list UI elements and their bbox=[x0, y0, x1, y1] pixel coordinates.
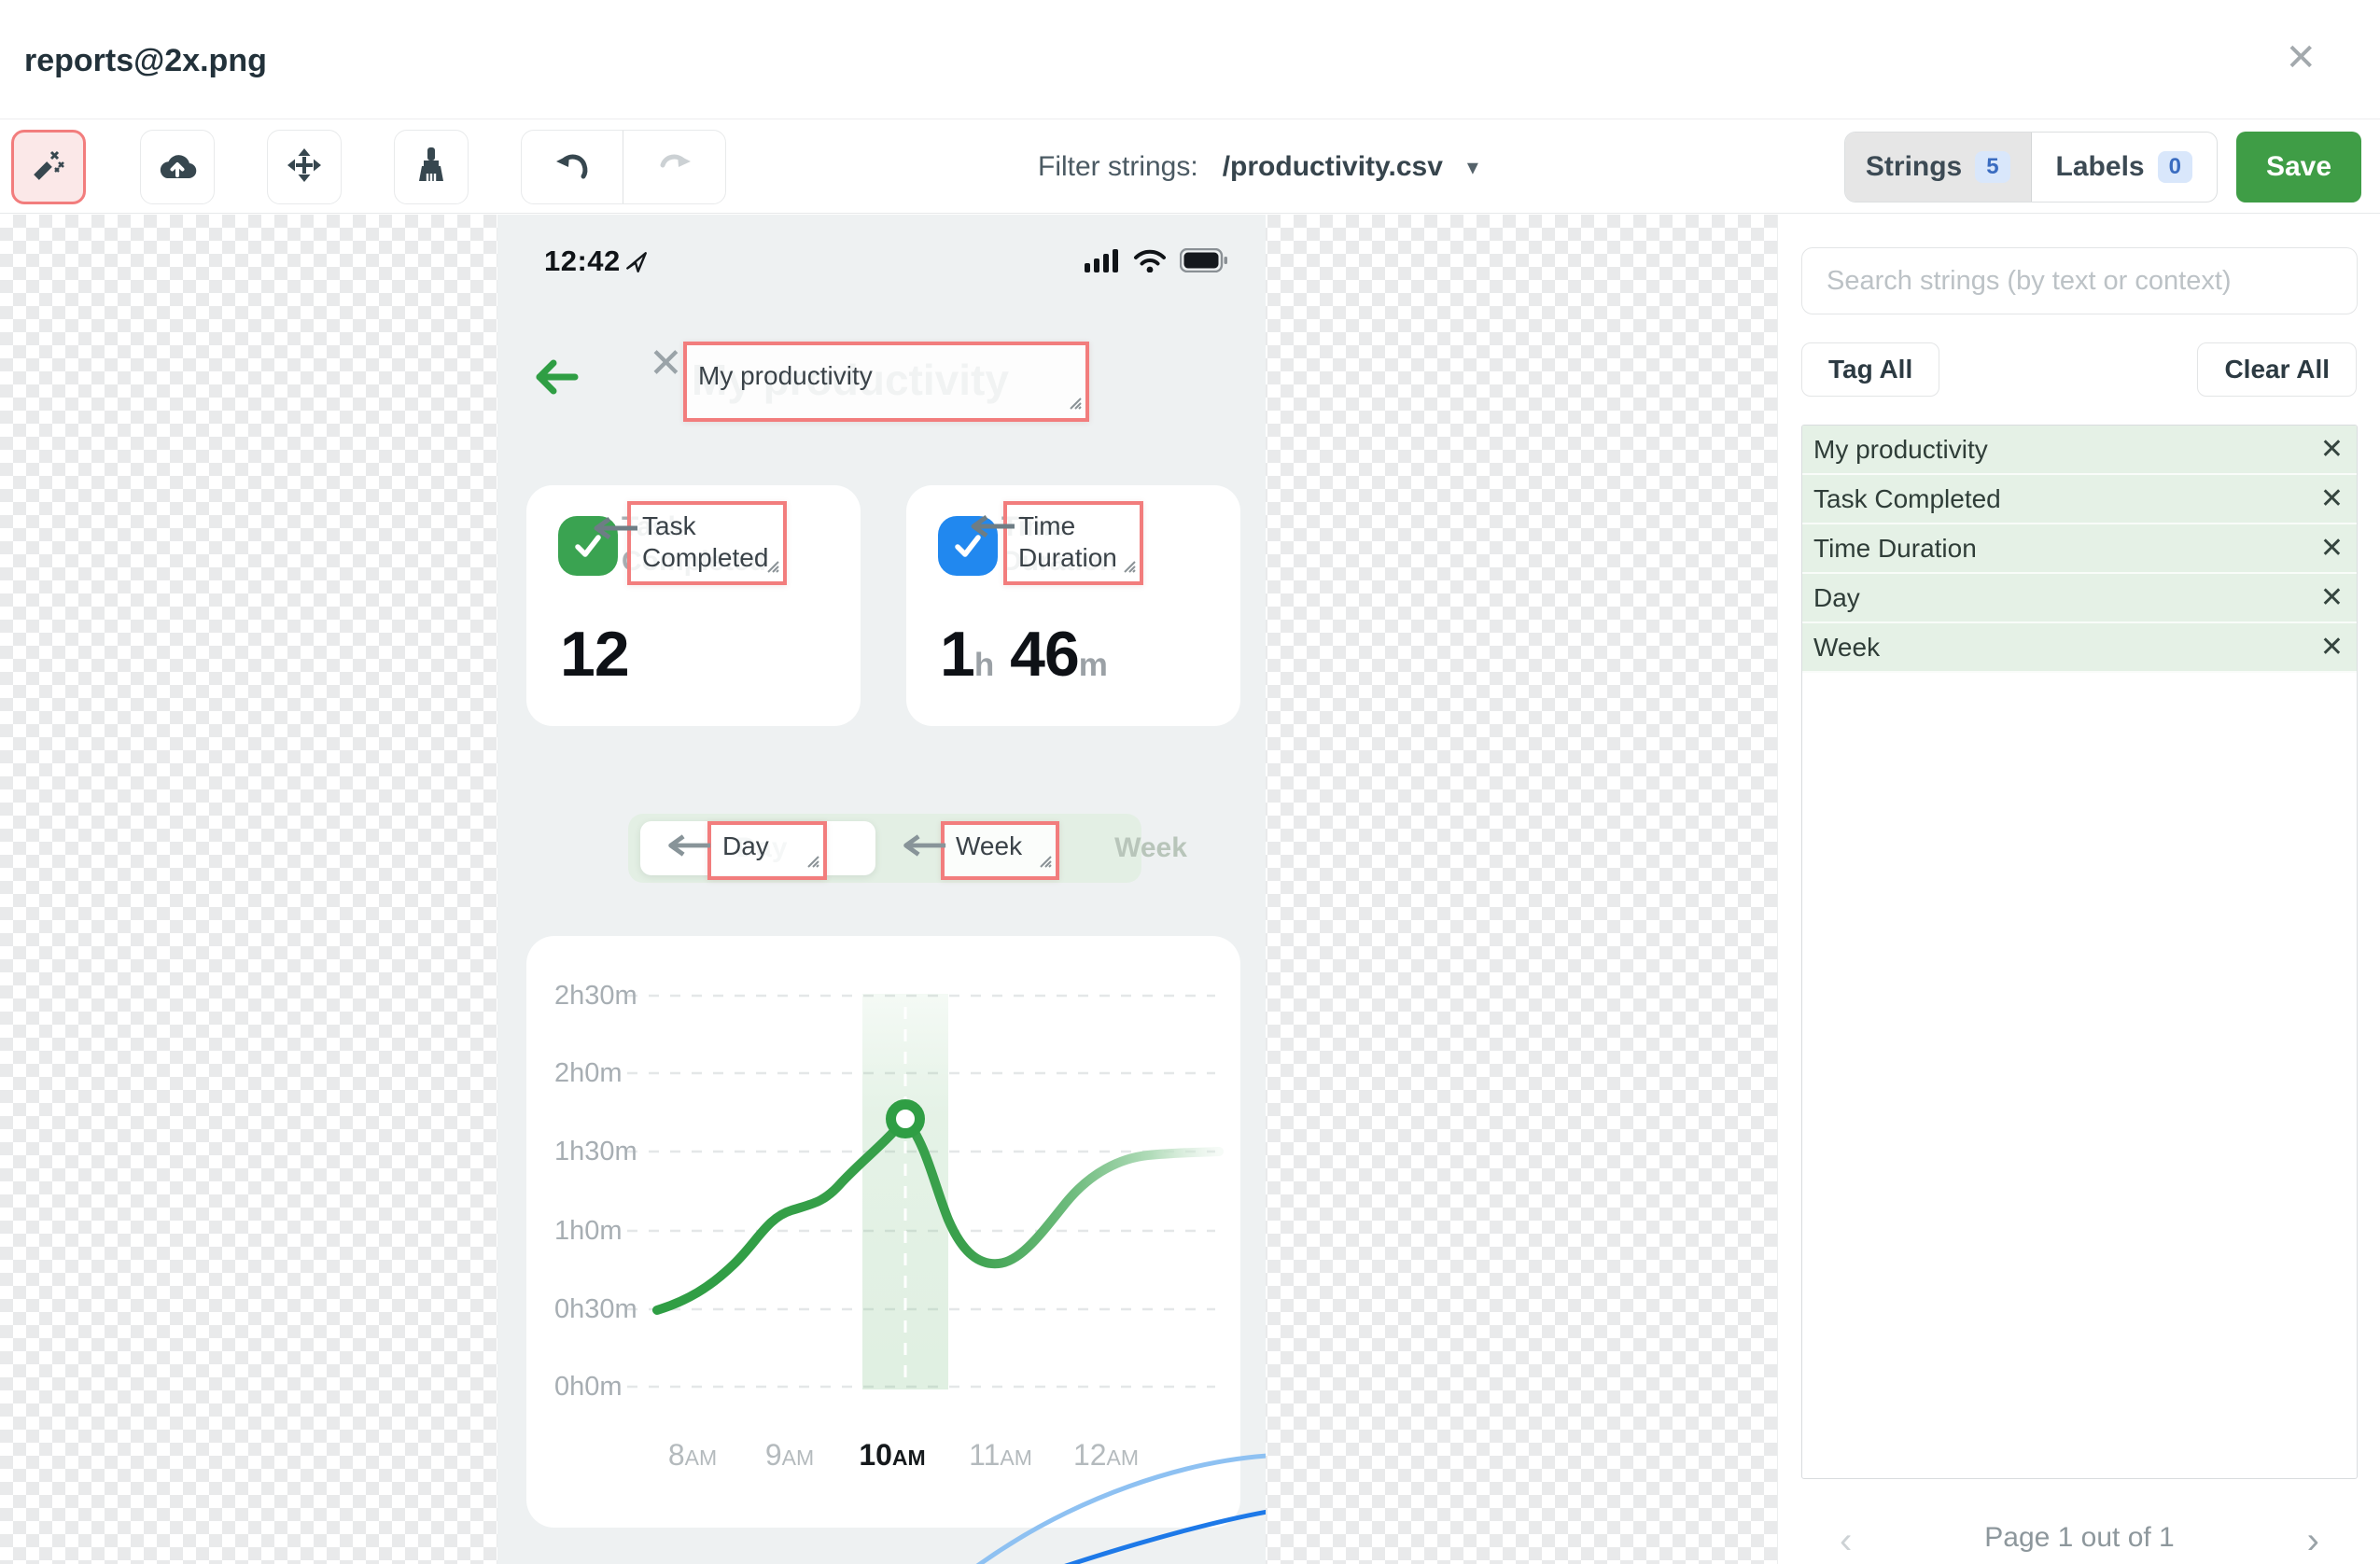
annotation-arrow-icon bbox=[587, 515, 641, 546]
chevron-down-icon[interactable]: ▾ bbox=[1467, 154, 1478, 181]
minutes-value: 46 bbox=[1010, 619, 1080, 690]
annotation-box-week[interactable]: Week bbox=[941, 821, 1059, 880]
upload-button[interactable] bbox=[140, 130, 215, 204]
next-page-icon[interactable]: › bbox=[2307, 1520, 2319, 1562]
string-tagging-app: reports@2x.png ✕ Filter strings: /produc… bbox=[0, 0, 2380, 1564]
location-arrow-icon bbox=[624, 250, 649, 279]
search-input[interactable] bbox=[1801, 247, 2358, 314]
filter-file-dropdown[interactable]: /productivity.csv bbox=[1223, 151, 1443, 183]
annotation-arrow-icon bbox=[897, 832, 949, 863]
y-tick: 0h30m bbox=[554, 1294, 637, 1324]
string-label: Day bbox=[1813, 582, 1860, 612]
redo-button[interactable] bbox=[623, 131, 725, 203]
string-label: Task Completed bbox=[1813, 483, 2001, 513]
minutes-unit: m bbox=[1078, 647, 1108, 683]
brush-icon bbox=[414, 146, 448, 189]
pagination: ‹ Page 1 out of 1 › bbox=[1778, 1516, 2380, 1563]
string-row[interactable]: Week ✕ bbox=[1802, 623, 2357, 673]
annotation-text: Week bbox=[956, 831, 1023, 860]
remove-string-icon[interactable]: ✕ bbox=[2320, 583, 2344, 612]
next-chart-curves bbox=[975, 1453, 1266, 1564]
undo-button[interactable] bbox=[522, 131, 623, 203]
strings-count-badge: 5 bbox=[1975, 151, 2010, 183]
annotation-text: My productivity bbox=[698, 361, 873, 390]
resize-handle-icon[interactable] bbox=[1068, 396, 1083, 415]
string-label: Week bbox=[1813, 632, 1881, 662]
status-bar-time: 12:42 bbox=[544, 244, 621, 277]
strings-labels-tabs: Strings 5 Labels 0 bbox=[1844, 132, 2218, 202]
move-tool-button[interactable] bbox=[267, 130, 342, 204]
annotation-box-title[interactable]: My productivity bbox=[683, 342, 1089, 422]
annotation-text: Task Completed bbox=[642, 511, 769, 572]
string-row[interactable]: Day ✕ bbox=[1802, 574, 2357, 623]
editor-canvas[interactable]: 12:42 ✕ 12 1h 46m Week 2h30m 2h0m 1h30m … bbox=[0, 215, 2380, 1564]
task-completed-value: 12 bbox=[560, 619, 630, 690]
brush-tool-button[interactable] bbox=[394, 130, 469, 204]
phone-screenshot: 12:42 ✕ 12 1h 46m Week 2h30m 2h0m 1h30m … bbox=[497, 215, 1266, 1564]
cloud-upload-icon bbox=[157, 148, 198, 187]
y-tick: 2h0m bbox=[554, 1058, 623, 1088]
remove-string-icon[interactable]: ✕ bbox=[2320, 633, 2344, 662]
annotation-text: Day bbox=[722, 831, 769, 860]
undo-redo-group bbox=[521, 130, 726, 204]
page-title: reports@2x.png bbox=[24, 43, 267, 78]
battery-icon bbox=[1179, 247, 1228, 277]
close-icon[interactable]: ✕ bbox=[2285, 39, 2317, 77]
week-ghost[interactable]: Week bbox=[1076, 832, 1225, 864]
status-bar-icons bbox=[1085, 247, 1228, 277]
time-duration-value: 1h 46m bbox=[940, 618, 1108, 691]
string-row[interactable]: My productivity ✕ bbox=[1802, 426, 2357, 475]
move-icon bbox=[286, 147, 323, 189]
remove-string-icon[interactable]: ✕ bbox=[2320, 534, 2344, 563]
tab-strings-label: Strings bbox=[1865, 151, 1963, 182]
y-tick: 1h0m bbox=[554, 1216, 623, 1246]
filter-strings-control: Filter strings: /productivity.csv ▾ bbox=[1038, 120, 1478, 214]
hours-unit: h bbox=[973, 647, 994, 683]
string-row[interactable]: Time Duration ✕ bbox=[1802, 524, 2357, 574]
string-label: Time Duration bbox=[1813, 533, 1977, 563]
tab-labels[interactable]: Labels 0 bbox=[2032, 133, 2218, 202]
annotation-arrow-icon bbox=[964, 513, 1018, 544]
wifi-icon bbox=[1133, 248, 1167, 277]
annotation-arrow-icon bbox=[662, 832, 714, 863]
annotation-box-task-completed[interactable]: Task Completed bbox=[627, 501, 787, 585]
magic-wand-icon bbox=[30, 147, 67, 189]
resize-handle-icon[interactable] bbox=[1122, 559, 1137, 579]
filter-label: Filter strings: bbox=[1038, 151, 1198, 182]
tag-all-button[interactable]: Tag All bbox=[1801, 342, 1940, 397]
y-tick: 0h0m bbox=[554, 1372, 623, 1402]
tab-strings[interactable]: Strings 5 bbox=[1845, 133, 2032, 202]
magic-wand-tool-button[interactable] bbox=[11, 130, 86, 204]
peak-marker-10am bbox=[886, 1099, 925, 1138]
annotation-box-day[interactable]: Day bbox=[707, 821, 827, 880]
hours-value: 1 bbox=[940, 619, 975, 690]
back-arrow-icon[interactable] bbox=[531, 356, 580, 402]
signal-strength-icon bbox=[1085, 248, 1120, 277]
tab-labels-label: Labels bbox=[2055, 151, 2145, 182]
redo-icon bbox=[656, 149, 693, 186]
toolbar: Filter strings: /productivity.csv ▾ Stri… bbox=[0, 120, 2380, 214]
page-indicator: Page 1 out of 1 bbox=[1984, 1522, 2175, 1553]
titlebar: reports@2x.png ✕ bbox=[0, 0, 2380, 119]
y-tick: 1h30m bbox=[554, 1137, 637, 1166]
resize-handle-icon[interactable] bbox=[1038, 854, 1053, 873]
clear-all-button[interactable]: Clear All bbox=[2197, 342, 2357, 397]
clear-title-x-icon[interactable]: ✕ bbox=[649, 343, 683, 384]
strings-sidebar: Tag All Clear All My productivity ✕ Task… bbox=[1777, 215, 2380, 1564]
string-row[interactable]: Task Completed ✕ bbox=[1802, 475, 2357, 524]
resize-handle-icon[interactable] bbox=[805, 854, 820, 873]
string-label: My productivity bbox=[1813, 434, 1988, 464]
strings-list-panel: My productivity ✕ Task Completed ✕ Time … bbox=[1801, 425, 2358, 1479]
remove-string-icon[interactable]: ✕ bbox=[2320, 435, 2344, 464]
labels-count-badge: 0 bbox=[2157, 151, 2192, 183]
resize-handle-icon[interactable] bbox=[765, 559, 780, 579]
undo-icon bbox=[553, 149, 591, 186]
save-button[interactable]: Save bbox=[2236, 132, 2361, 202]
annotation-box-time-duration[interactable]: Time Duration bbox=[1003, 501, 1143, 585]
y-tick: 2h30m bbox=[554, 981, 637, 1011]
remove-string-icon[interactable]: ✕ bbox=[2320, 484, 2344, 513]
